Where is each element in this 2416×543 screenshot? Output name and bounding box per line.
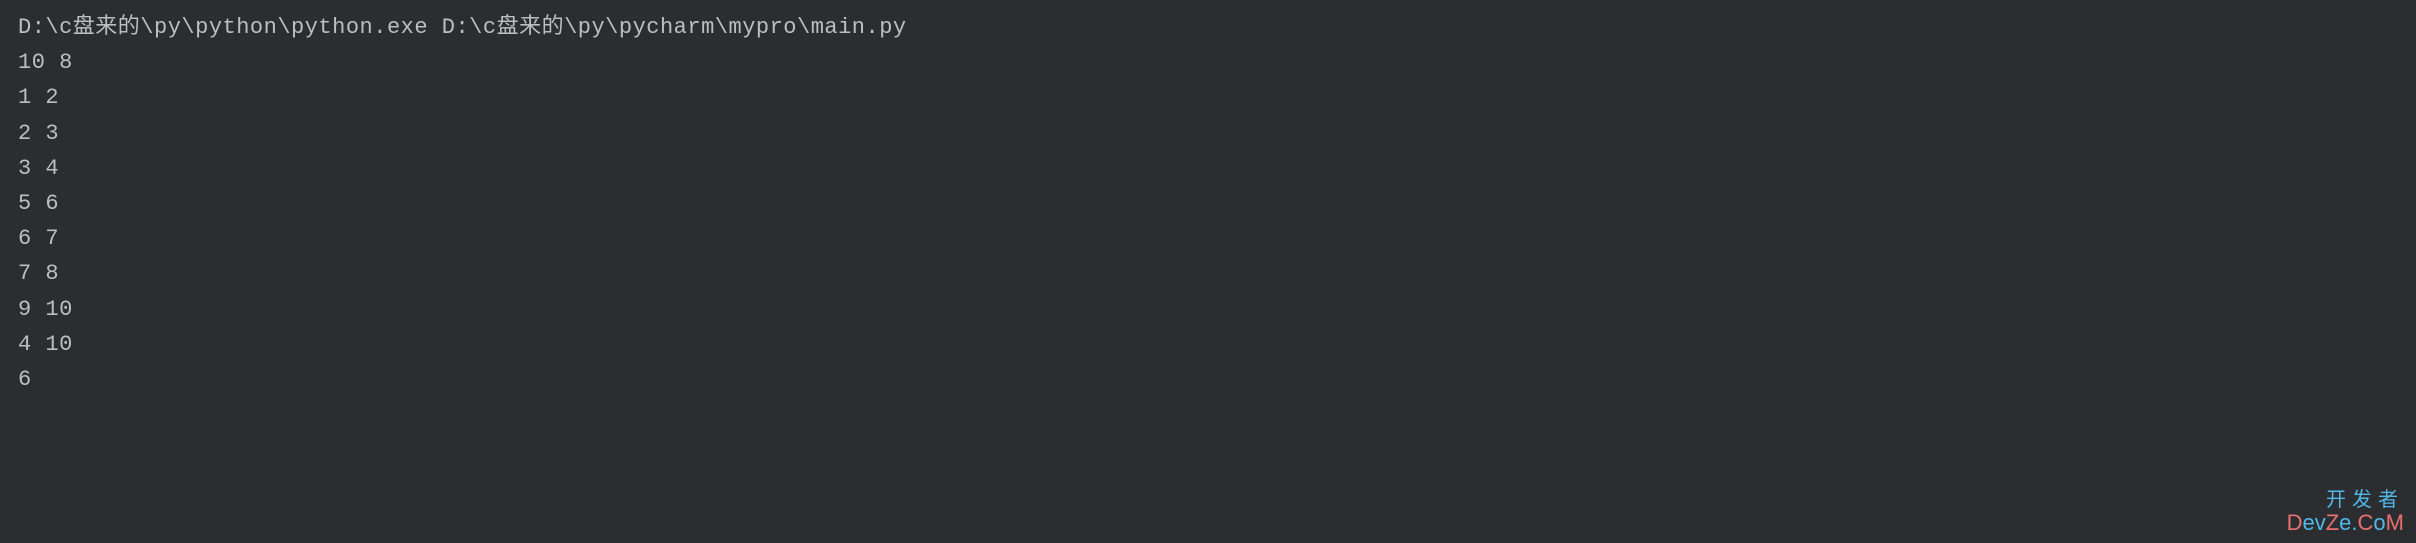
output-line: 6 (18, 362, 2398, 397)
output-line: 3 4 (18, 151, 2398, 186)
output-line: 1 2 (18, 80, 2398, 115)
output-line: 5 6 (18, 186, 2398, 221)
watermark-text-top: 开发者 (2287, 489, 2404, 511)
command-line: D:\c盘来的\py\python\python.exe D:\c盘来的\py\… (18, 10, 2398, 45)
output-line: 7 8 (18, 256, 2398, 291)
output-line: 9 10 (18, 292, 2398, 327)
output-line: 10 8 (18, 45, 2398, 80)
console-output: D:\c盘来的\py\python\python.exe D:\c盘来的\py\… (0, 0, 2416, 407)
output-line: 2 3 (18, 116, 2398, 151)
watermark-text-bottom: DevZe.CoM (2287, 511, 2404, 535)
watermark: 开发者 DevZe.CoM (2287, 489, 2404, 535)
output-line: 4 10 (18, 327, 2398, 362)
output-line: 6 7 (18, 221, 2398, 256)
